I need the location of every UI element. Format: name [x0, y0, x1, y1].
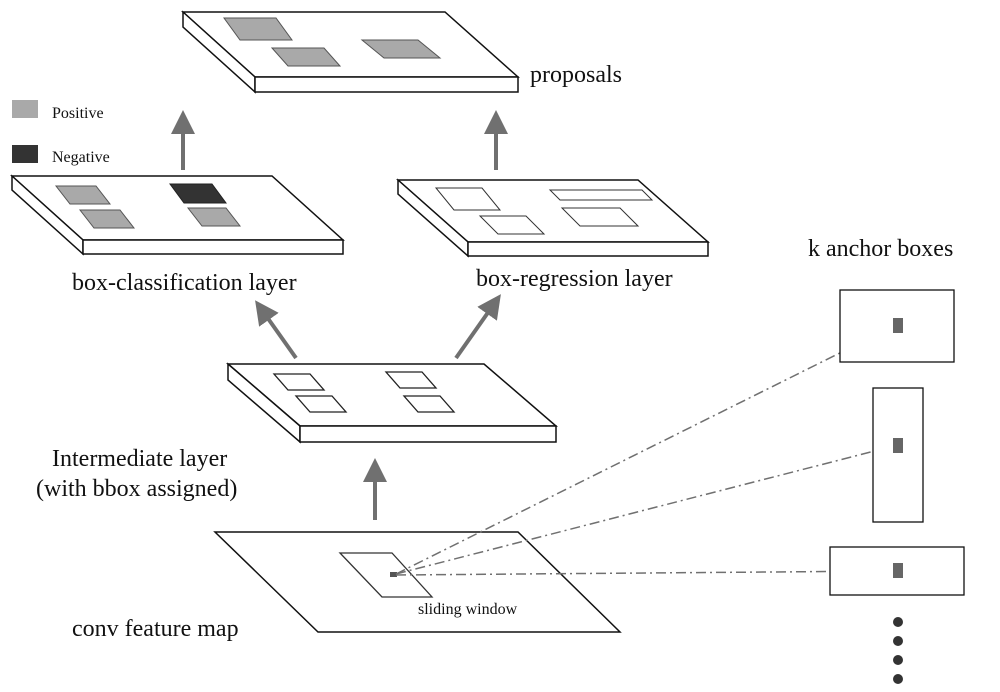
- arrow-int-to-reg: [454, 294, 501, 360]
- anchor-box: [872, 387, 924, 523]
- legend-negative-label: Negative: [52, 149, 110, 166]
- intermediate-label-line1: Intermediate layer: [52, 446, 227, 472]
- legend: Positive Negative: [12, 100, 110, 166]
- intermediate-layer: [225, 362, 559, 444]
- anchor-box: [829, 546, 965, 596]
- legend-positive-label: Positive: [52, 105, 104, 122]
- intermediate-label-line2: (with bbox assigned): [36, 476, 237, 502]
- rpn-diagram: Positive Negative proposals box-classifi…: [10, 10, 965, 684]
- proposals-label: proposals: [530, 62, 622, 88]
- box-regression-layer: [396, 178, 710, 258]
- ellipsis-dots: [893, 617, 903, 684]
- arrow-int-to-cls: [255, 300, 298, 360]
- box-classification-label: box-classification layer: [72, 270, 297, 296]
- conv-feature-map-label: conv feature map: [72, 616, 239, 642]
- anchor-center: [893, 318, 903, 333]
- box-classification-layer: [10, 174, 345, 256]
- anchor-center: [893, 438, 903, 453]
- legend-positive-swatch: [12, 100, 38, 118]
- anchor-boxes-label: k anchor boxes: [808, 236, 953, 262]
- box-regression-label: box-regression layer: [476, 266, 673, 292]
- legend-negative-swatch: [12, 145, 38, 163]
- proposals-layer: [181, 10, 520, 94]
- anchor-center: [893, 563, 903, 578]
- anchor-box: [839, 289, 955, 363]
- sliding-window-center: [390, 572, 397, 577]
- sliding-window-label: sliding window: [418, 601, 518, 618]
